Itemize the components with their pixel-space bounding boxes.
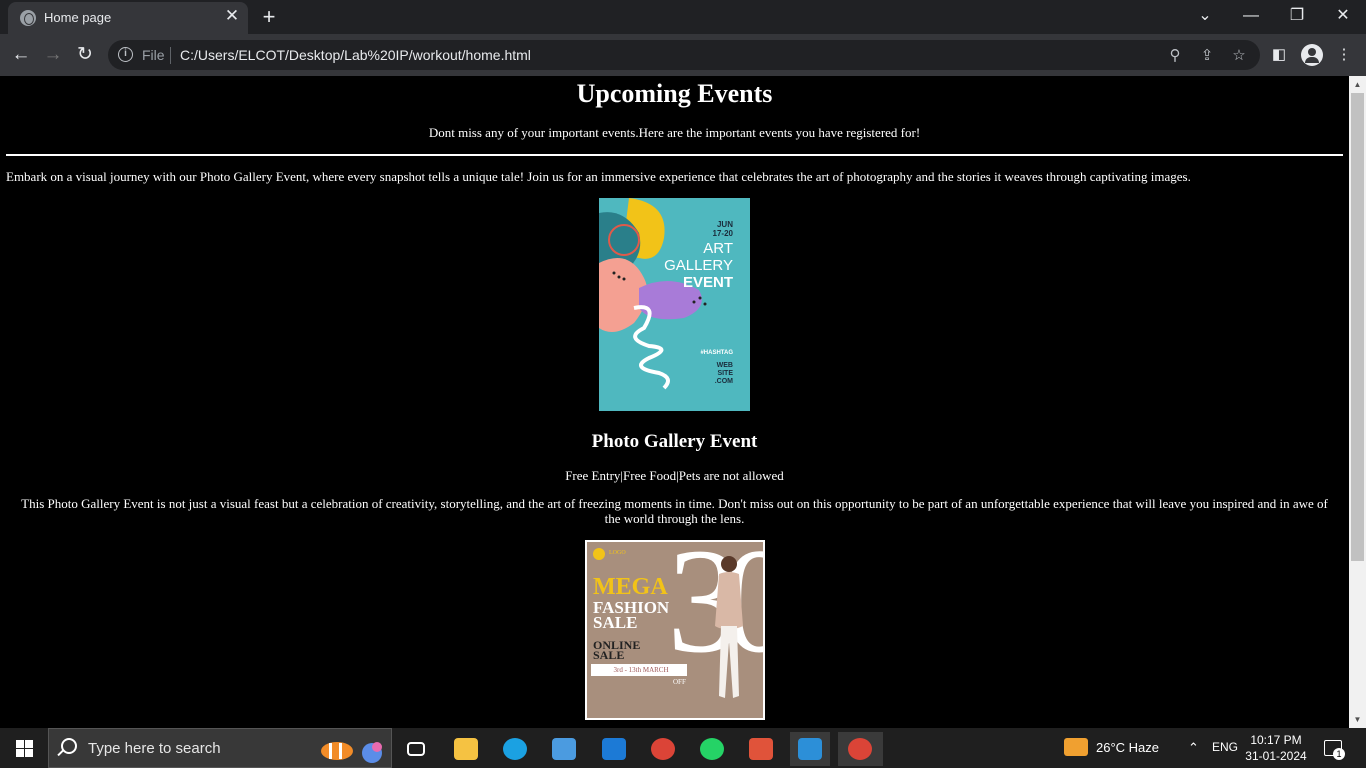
scrollbar-thumb[interactable] [1351,93,1364,561]
minimize-button[interactable]: — [1228,0,1274,32]
browser-toolbar: ← → ↻ i File C:/Users/ELCOT/Desktop/Lab%… [0,34,1366,76]
chevron-up-icon[interactable]: ⌃ [1188,740,1199,756]
event-description: This Photo Gallery Event is not just a v… [21,496,1328,526]
clock-date: 31-01-2024 [1245,749,1307,763]
back-button[interactable]: ← [8,42,34,68]
taskbar-search-box[interactable]: Type here to search [48,728,392,768]
restore-button[interactable]: ❐ [1274,0,1320,32]
file-explorer-icon[interactable] [446,732,486,766]
fashion-sale-poster: LOGO 30 MEGA FASHION SALE ONLINE SALE 3r… [585,540,765,720]
forward-button[interactable]: → [40,42,66,68]
event-title: Photo Gallery Event [591,431,758,452]
search-highlight-art [321,742,382,763]
page-scrollbar[interactable]: ▲ ▼ [1349,76,1366,728]
language-indicator[interactable]: ENG [1212,740,1238,754]
menu-icon[interactable]: ⋮ [1333,44,1355,66]
url-text[interactable]: C:/Users/ELCOT/Desktop/Lab%20IP/workout/… [180,47,531,63]
poster1-line3: EVENT [682,274,733,291]
poster1-line2: GALLERY [664,257,733,274]
url-scheme: File [142,47,165,63]
search-placeholder: Type here to search [88,740,221,757]
tab-search-icon[interactable]: ⌄ [1182,0,1228,32]
whatsapp-icon[interactable] [692,732,732,766]
mail-icon[interactable] [594,732,634,766]
bookmark-star-icon[interactable]: ☆ [1228,45,1250,67]
start-button[interactable] [0,728,48,768]
scroll-up-arrow-icon[interactable]: ▲ [1349,76,1366,93]
page-subtitle: Dont miss any of your important events.H… [428,125,921,140]
new-tab-button[interactable]: + [256,4,282,30]
close-window-button[interactable]: ✕ [1320,0,1366,32]
profile-avatar[interactable] [1301,44,1323,66]
art-gallery-poster: JUN 17-20 ART GALLERY EVENT #HASHTAG WEB… [599,198,750,411]
event-tags: Free Entry|Free Food|Pets are not allowe… [565,468,784,483]
edge-icon[interactable] [495,732,535,766]
clock[interactable]: 10:17 PM 31-01-2024 [1243,732,1309,764]
poster2-off: OFF [673,678,686,686]
scroll-down-arrow-icon[interactable]: ▼ [1349,711,1366,728]
poster2-mega: MEGA [593,574,668,600]
reload-button[interactable]: ↻ [72,42,98,68]
poster2-logo-icon [593,548,605,560]
page-title: Upcoming Events [576,79,773,108]
search-icon [61,738,77,754]
app-red-icon[interactable] [741,732,781,766]
windows-taskbar: Type here to search 26°C Haze ⌃ ENG 10:1… [0,728,1366,768]
weather-icon[interactable] [1064,738,1088,756]
globe-icon [20,10,36,26]
poster2-sale2: SALE [593,648,625,662]
chrome-profile-icon[interactable] [643,732,683,766]
intro-paragraph: Embark on a visual journey with our Phot… [6,169,1191,184]
side-panel-icon[interactable]: ◧ [1268,44,1290,66]
clock-time: 10:17 PM [1250,733,1302,747]
weather-text[interactable]: 26°C Haze [1096,740,1159,755]
poster1-line1: ART [703,240,733,257]
url-separator [170,47,171,64]
task-view-icon[interactable] [396,732,436,766]
page-viewport: Upcoming Events Dont miss any of your im… [0,76,1349,728]
share-icon[interactable]: ⇪ [1196,45,1218,67]
close-tab-icon[interactable]: ✕ [222,6,242,26]
poster1-date: JUN 17-20 [712,220,733,238]
poster2-dates: 3rd - 13th MARCH [591,664,687,676]
browser-tab[interactable]: Home page ✕ [8,2,248,34]
tab-strip: Home page ✕ + ⌄ — ❐ ✕ [0,0,1366,34]
microsoft-store-icon[interactable] [544,732,584,766]
zoom-icon[interactable]: ⚲ [1164,45,1186,67]
chrome-icon[interactable] [838,732,883,766]
fashion-model-figure [715,556,743,698]
poster2-percent: % [675,662,685,676]
vscode-icon[interactable] [790,732,830,766]
address-bar[interactable]: i File C:/Users/ELCOT/Desktop/Lab%20IP/w… [108,40,1260,70]
horizontal-rule [6,154,1343,156]
poster1-hashtag: #HASHTAG [700,350,733,356]
poster2-logo: LOGO [609,550,626,556]
notification-count: 1 [1333,748,1345,760]
poster2-sale: SALE [593,613,638,632]
poster1-site: WEB SITE .COM [714,362,733,385]
info-icon[interactable]: i [118,47,133,62]
notification-icon[interactable]: 1 [1324,740,1345,760]
tab-title: Home page [44,10,112,25]
